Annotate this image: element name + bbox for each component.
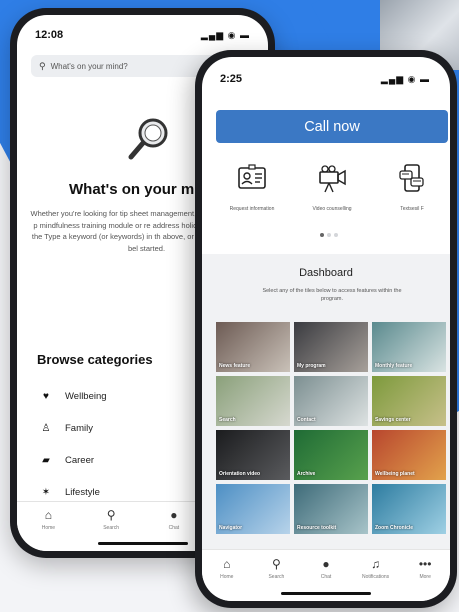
video-camera-icon [319,165,346,193]
dashboard-tile[interactable]: Zoom Chronicle [372,484,446,534]
magnifier-icon [128,118,168,160]
briefcase-icon: ▰ [42,455,50,466]
lifestyle-icon: ✶ [41,487,51,498]
feature-request-information[interactable]: Request information [220,162,284,212]
browse-categories-title: Browse categories [37,352,153,367]
tile-label: Savings center [375,417,411,423]
dashboard-tile[interactable]: News feature [216,322,290,372]
status-bar: 12:08 ▂▄▆ ◉ ▬ [17,15,268,41]
nav-home[interactable]: ⌂ Home [28,508,68,551]
search-icon: ⚲ [271,557,281,571]
carousel-dots [320,233,338,237]
tile-label: Resource toolkit [297,525,337,531]
more-icon: ••• [418,557,432,571]
tile-label: Monthly feature [375,363,413,369]
tile-label: Contact [297,417,316,423]
tile-label: Search [219,417,236,423]
nav-label: Chat [320,574,332,580]
search-icon: ⚲ [106,508,116,522]
heart-icon: ♥ [43,391,49,402]
category-label: Family [65,423,93,434]
nav-more[interactable]: ••• More [405,557,445,601]
feature-label: Video counselling [312,206,352,212]
dashboard-tile[interactable]: Wellbeing planet [372,430,446,480]
status-icons: ▂▄▆ ◉ ▬ [200,29,250,40]
nav-label: Notifications [361,574,390,580]
dashboard-tile[interactable]: Contact [294,376,368,426]
front-phone: 2:25 ▂▄▆ ◉ ▬ Call now Request informatio… [195,50,457,608]
dashboard-tile[interactable]: My program [294,322,368,372]
category-family[interactable]: ♙ Family [39,423,93,434]
page-title: What's on your mi [69,181,199,198]
nav-label: Search [103,525,120,531]
chat-icon: ● [170,508,178,522]
nav-label: Chat [168,525,180,531]
status-icons: ▂▄▆ ◉ ▬ [380,73,430,84]
bell-icon: ♫ [371,557,381,571]
home-icon: ⌂ [223,557,231,571]
chat-icon: ● [322,557,330,571]
tile-label: News feature [219,363,251,369]
dashboard-tile[interactable]: Savings center [372,376,446,426]
home-icon: ⌂ [44,508,52,522]
status-bar: 2:25 ▂▄▆ ◉ ▬ [202,57,450,85]
dashboard-tile[interactable]: Resource toolkit [294,484,368,534]
nav-label: More [419,574,431,580]
nav-label: Home [220,574,234,580]
home-indicator [97,542,188,545]
category-wellbeing[interactable]: ♥ Wellbeing [39,391,107,402]
call-now-button[interactable]: Call now [216,110,448,143]
search-icon: ⚲ [39,60,46,71]
status-time: 12:08 [35,29,64,41]
front-phone-screen: 2:25 ▂▄▆ ◉ ▬ Call now Request informatio… [202,57,450,601]
dashboard-tile[interactable]: Monthly feature [372,322,446,372]
nav-label: Home [41,525,56,531]
search-placeholder: What's on your mind? [50,61,128,71]
feature-text-chat[interactable]: Textsesil F [380,162,444,212]
family-icon: ♙ [41,423,51,434]
nav-home[interactable]: ⌂ Home [207,557,247,601]
tile-label: Orientation video [219,471,261,477]
category-lifestyle[interactable]: ✶ Lifestyle [39,487,100,498]
tile-label: Wellbeing planet [375,471,415,477]
status-time: 2:25 [220,73,243,85]
dashboard-title: Dashboard [299,267,353,279]
id-card-icon [238,164,266,189]
feature-label: Request information [229,206,275,212]
feature-video-counselling[interactable]: Video counselling [300,162,364,212]
dashboard-tile[interactable]: Orientation video [216,430,290,480]
home-indicator [281,592,371,595]
category-label: Career [65,455,95,466]
feature-label: Textsesil F [400,206,424,212]
tile-label: Navigator [219,525,243,531]
category-label: Wellbeing [65,391,107,402]
phone-chat-icon [399,164,424,192]
dashboard-subtitle: Select any of the tiles below to access … [262,288,402,302]
dashboard-tile[interactable]: Search [216,376,290,426]
category-label: Lifestyle [65,487,100,498]
category-career[interactable]: ▰ Career [39,455,94,466]
tile-label: My program [297,363,326,369]
nav-label: Search [268,574,285,580]
carousel-dot[interactable] [320,233,324,237]
dashboard-tile[interactable]: Archive [294,430,368,480]
dashboard-tile[interactable]: Navigator [216,484,290,534]
tile-label: Archive [297,471,316,477]
carousel-dot[interactable] [334,233,338,237]
carousel-dot[interactable] [327,233,331,237]
tile-label: Zoom Chronicle [375,525,414,531]
